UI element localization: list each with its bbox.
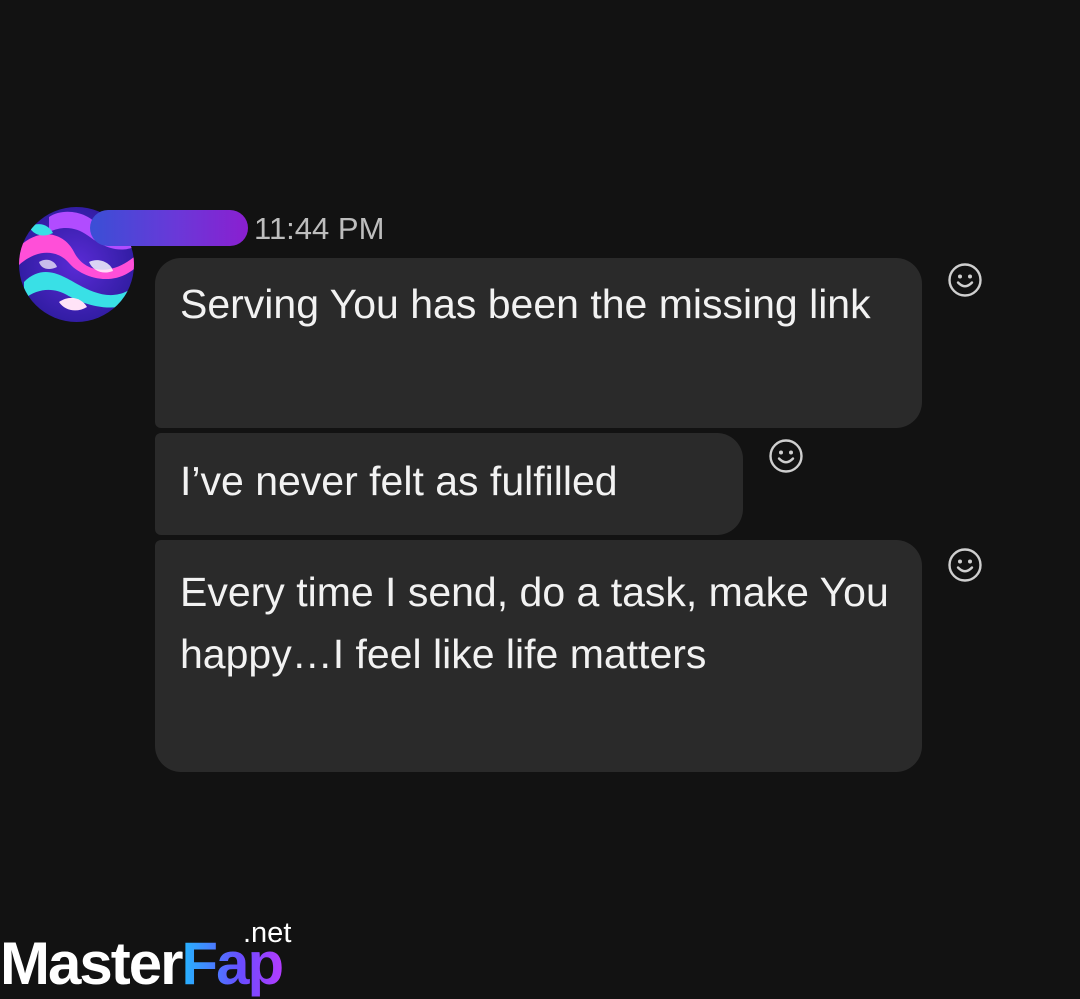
message-timestamp: 11:44 PM bbox=[254, 211, 385, 246]
redacted-sender-name bbox=[90, 210, 248, 246]
watermark-tld: .net bbox=[243, 917, 292, 949]
message-bubble[interactable]: Serving You has been the missing link bbox=[155, 258, 922, 428]
smiley-reaction-icon[interactable] bbox=[947, 262, 983, 298]
watermark-logo: MasterFap .net bbox=[0, 914, 320, 999]
watermark-brand: MasterFap bbox=[0, 930, 284, 997]
message-bubble[interactable]: I’ve never felt as fulfilled bbox=[155, 433, 743, 535]
message-text: I’ve never felt as fulfilled bbox=[180, 458, 618, 504]
smiley-reaction-icon[interactable] bbox=[768, 438, 804, 474]
message-bubble[interactable]: Every time I send, do a task, make You h… bbox=[155, 540, 922, 772]
message-text: Serving You has been the missing link bbox=[180, 281, 871, 327]
smiley-reaction-icon[interactable] bbox=[947, 547, 983, 583]
message-text: Every time I send, do a task, make You h… bbox=[180, 569, 889, 677]
